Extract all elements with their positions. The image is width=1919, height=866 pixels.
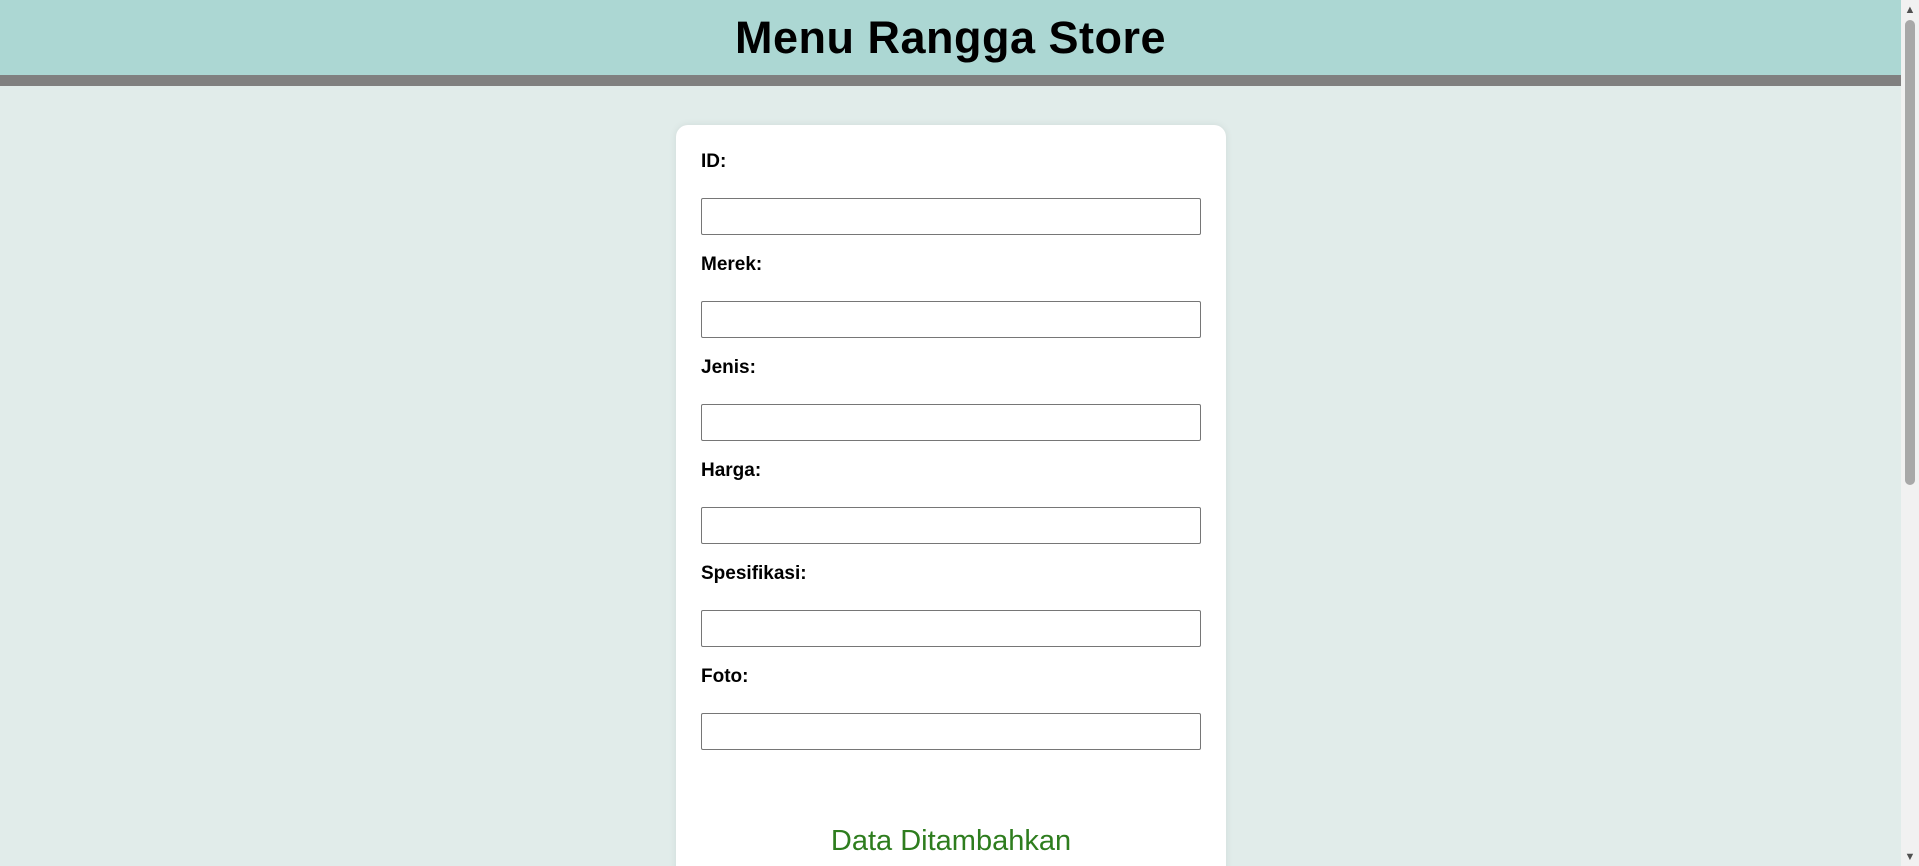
foto-input[interactable]: [701, 713, 1201, 750]
scrollbar-thumb[interactable]: [1905, 20, 1915, 485]
harga-label: Harga:: [701, 460, 762, 481]
triangle-down-icon[interactable]: ▼: [1901, 848, 1919, 865]
triangle-up-icon[interactable]: ▲: [1901, 1, 1919, 18]
id-input[interactable]: [701, 198, 1201, 235]
harga-input[interactable]: [701, 507, 1201, 544]
jenis-input[interactable]: [701, 404, 1201, 441]
jenis-label: Jenis:: [701, 357, 756, 378]
form-card: ID: Merek: Jenis: Harga: Spesifikasi: Fo…: [676, 125, 1226, 866]
foto-label: Foto:: [701, 666, 749, 687]
page-title: Menu Rangga Store: [734, 11, 1167, 63]
merek-label: Merek:: [701, 254, 763, 275]
page-header: Menu Rangga Store: [0, 0, 1901, 75]
header-divider: [0, 75, 1901, 86]
page: Menu Rangga Store ID: Merek: Jenis: Harg…: [0, 0, 1919, 866]
id-label: ID:: [701, 151, 727, 172]
vertical-scrollbar[interactable]: ▲ ▼: [1901, 0, 1919, 866]
merek-input[interactable]: [701, 301, 1201, 338]
spesifikasi-input[interactable]: [701, 610, 1201, 647]
spesifikasi-label: Spesifikasi:: [701, 563, 807, 584]
success-message: Data Ditambahkan: [830, 825, 1072, 857]
